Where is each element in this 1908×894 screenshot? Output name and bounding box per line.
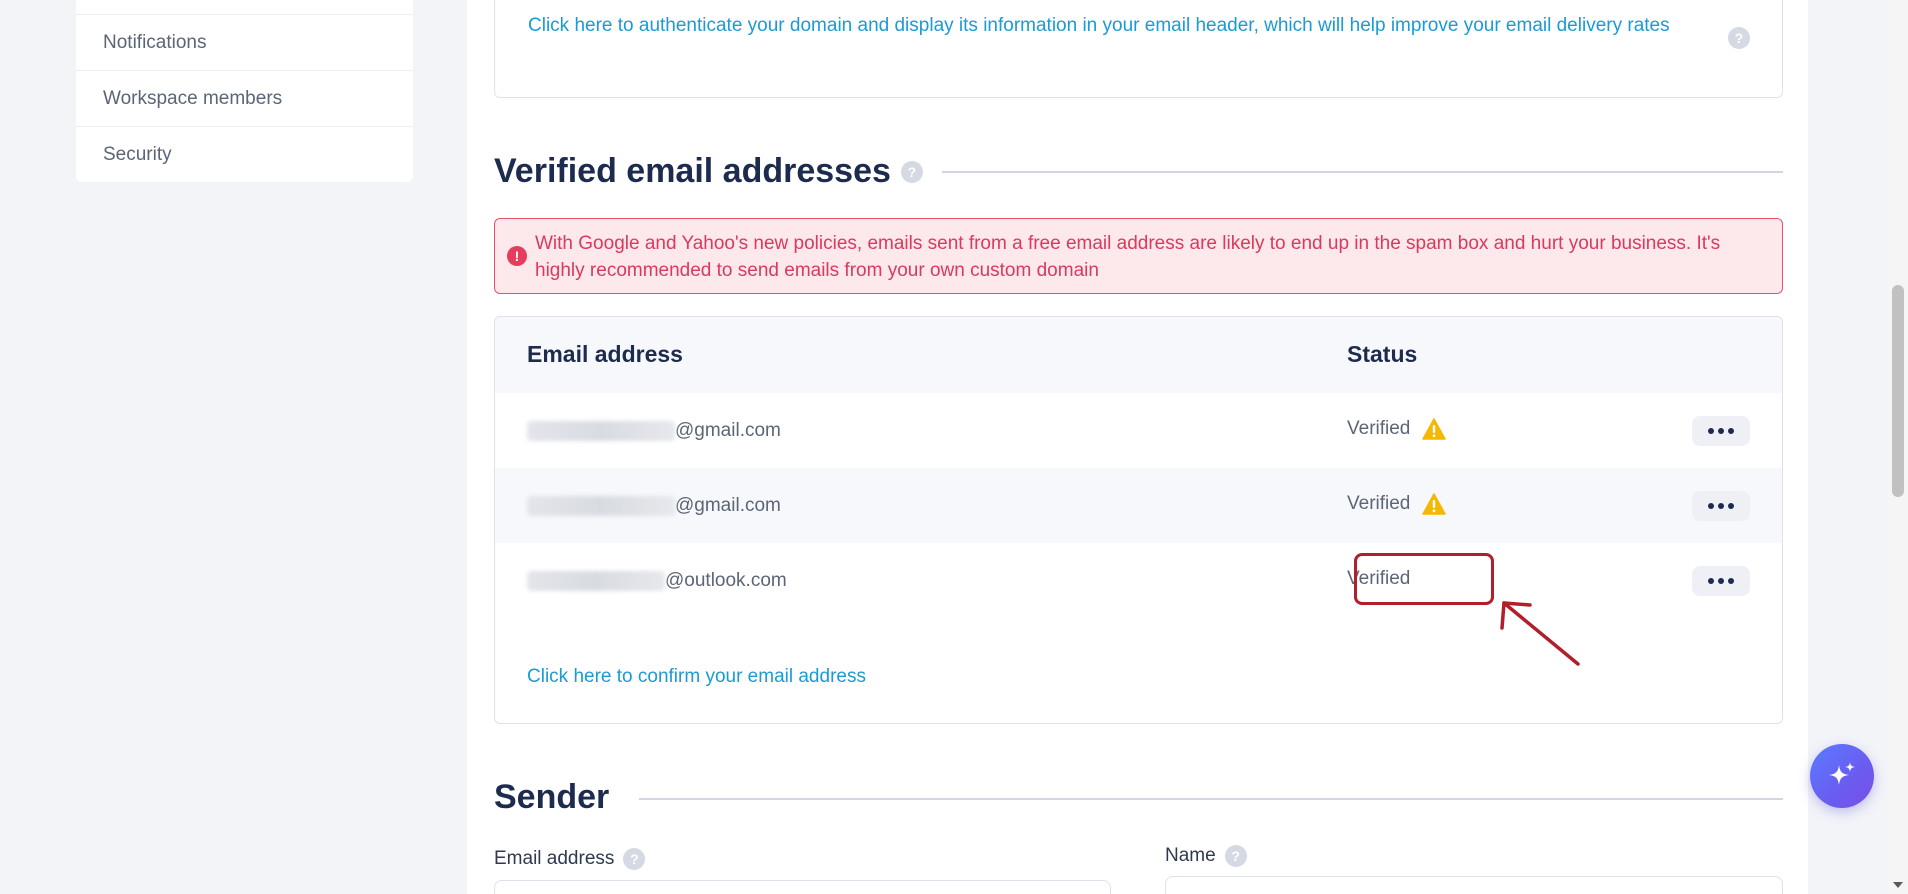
domain-auth-box: Click here to authenticate your domain a… bbox=[494, 0, 1783, 98]
redacted-email-local-part bbox=[527, 421, 675, 441]
authenticate-domain-link[interactable]: Click here to authenticate your domain a… bbox=[528, 12, 1708, 39]
row-actions-button[interactable] bbox=[1692, 566, 1750, 596]
page-scrollbar[interactable] bbox=[1888, 0, 1908, 894]
warning-icon[interactable] bbox=[1422, 493, 1447, 515]
settings-sidebar: Notifications Workspace members Security bbox=[76, 0, 413, 182]
email-domain: @gmail.com bbox=[675, 420, 781, 441]
scroll-down-arrow-icon[interactable] bbox=[1893, 882, 1903, 888]
sender-title-row: Sender bbox=[494, 778, 609, 817]
annotation-highlight-box bbox=[1354, 553, 1494, 605]
table-row: @gmail.com Verified bbox=[495, 393, 1782, 468]
row-actions-button[interactable] bbox=[1692, 491, 1750, 521]
status-cell: Verified bbox=[1347, 493, 1447, 515]
email-address-cell: @gmail.com bbox=[527, 419, 781, 443]
status-cell: Verified bbox=[1347, 418, 1447, 440]
help-icon[interactable]: ? bbox=[1224, 845, 1247, 867]
section-divider bbox=[942, 171, 1783, 173]
status-text: Verified bbox=[1347, 418, 1411, 439]
verified-emails-table: Email address Status @gmail.com Verified bbox=[494, 316, 1783, 724]
confirm-email-link[interactable]: Click here to confirm your email address bbox=[527, 666, 866, 688]
sidebar-item-workspace-members[interactable]: Workspace members bbox=[76, 70, 413, 126]
section-divider bbox=[639, 798, 1783, 800]
more-dot-icon bbox=[1718, 503, 1724, 509]
sender-email-label: Email address ? bbox=[494, 848, 646, 870]
email-address-cell: @gmail.com bbox=[527, 494, 781, 518]
sender-name-field[interactable] bbox=[1165, 876, 1783, 894]
more-dot-icon bbox=[1708, 503, 1714, 509]
more-dot-icon bbox=[1708, 428, 1714, 434]
annotation-arrow-icon bbox=[1500, 601, 1580, 666]
more-dot-icon bbox=[1718, 578, 1724, 584]
section-title: Sender bbox=[494, 778, 610, 816]
sender-email-field[interactable] bbox=[494, 880, 1111, 894]
more-dot-icon bbox=[1728, 503, 1734, 509]
sidebar-item-security[interactable]: Security bbox=[76, 126, 413, 182]
settings-main-panel: Click here to authenticate your domain a… bbox=[467, 0, 1808, 894]
scrollbar-thumb[interactable] bbox=[1892, 285, 1904, 497]
more-dot-icon bbox=[1718, 428, 1724, 434]
more-dot-icon bbox=[1728, 578, 1734, 584]
table-header: Email address Status bbox=[495, 317, 1782, 393]
help-icon[interactable]: ? bbox=[623, 848, 646, 870]
column-header-email: Email address bbox=[527, 341, 683, 367]
column-header-status: Status bbox=[1347, 341, 1418, 367]
sidebar-item-label: Notifications bbox=[103, 31, 207, 53]
email-domain: @gmail.com bbox=[675, 495, 781, 516]
field-label-text: Name bbox=[1165, 845, 1216, 866]
redacted-email-local-part bbox=[527, 496, 675, 516]
email-domain: @outlook.com bbox=[665, 570, 787, 591]
help-icon[interactable]: ? bbox=[1728, 27, 1750, 49]
row-actions-button[interactable] bbox=[1692, 416, 1750, 446]
help-icon[interactable]: ? bbox=[900, 160, 923, 183]
sidebar-item-label: Security bbox=[103, 143, 172, 165]
redacted-email-local-part bbox=[527, 571, 665, 591]
table-row: @outlook.com Verified bbox=[495, 543, 1782, 618]
email-address-cell: @outlook.com bbox=[527, 569, 787, 593]
warning-icon[interactable] bbox=[1422, 418, 1447, 440]
sparkles-icon bbox=[1829, 762, 1855, 785]
sidebar-item-notifications[interactable]: Notifications bbox=[76, 14, 413, 70]
sidebar-item-label: Workspace members bbox=[103, 87, 283, 109]
more-dot-icon bbox=[1728, 428, 1734, 434]
field-label-text: Email address bbox=[494, 848, 615, 869]
spam-policy-alert: ! With Google and Yahoo's new policies, … bbox=[494, 218, 1783, 294]
status-text: Verified bbox=[1347, 493, 1411, 514]
more-dot-icon bbox=[1708, 578, 1714, 584]
ai-assistant-button[interactable] bbox=[1810, 744, 1874, 808]
sender-name-label: Name ? bbox=[1165, 845, 1247, 867]
section-title: Verified email addresses bbox=[494, 152, 891, 190]
verified-emails-title-row: Verified email addresses ? bbox=[494, 152, 923, 191]
alert-message: With Google and Yahoo's new policies, em… bbox=[535, 233, 1721, 281]
info-alert-icon: ! bbox=[507, 246, 527, 266]
table-row: @gmail.com Verified bbox=[495, 468, 1782, 543]
